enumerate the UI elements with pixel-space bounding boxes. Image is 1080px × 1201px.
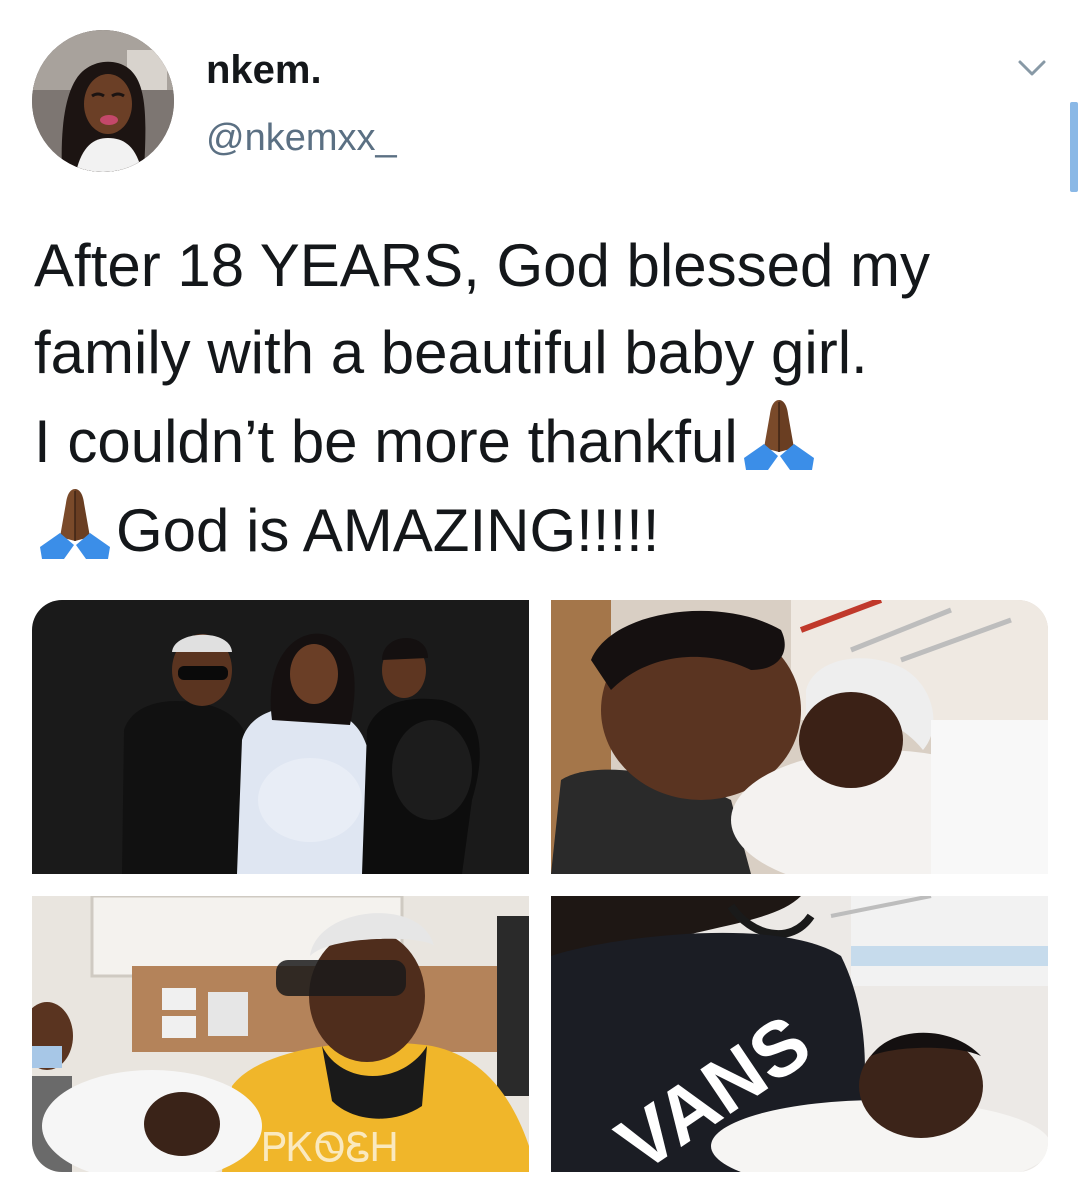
father-holding-newborn-photo: ᏢᏦᏫᏋᎻ bbox=[32, 896, 529, 1172]
tweet-text: After 18 YEARS, God blessed my family wi… bbox=[34, 222, 1044, 574]
mother-kissing-newborn-photo bbox=[551, 600, 1048, 874]
avatar-image bbox=[32, 30, 174, 172]
media-grid: ᏢᏦᏫᏋᎻ VANS bbox=[32, 600, 1048, 1172]
sister-holding-newborn-photo: VANS bbox=[551, 896, 1048, 1172]
tweet-text-line: After 18 YEARS, God blessed my bbox=[34, 232, 930, 299]
tweet-text-segment: God is AMAZING!!!!! bbox=[116, 497, 660, 564]
tweet-text-line: God is AMAZING!!!!! bbox=[34, 485, 1044, 574]
media-photo-1[interactable] bbox=[32, 600, 529, 874]
folded-hands-icon bbox=[738, 396, 820, 472]
tweet-text-line: I couldn’t be more thankful bbox=[34, 396, 1044, 485]
author-avatar[interactable] bbox=[32, 30, 174, 172]
chevron-down-icon[interactable] bbox=[1012, 54, 1052, 84]
author-display-name[interactable]: nkem. bbox=[206, 46, 322, 94]
author-handle[interactable]: @nkemxx_ bbox=[206, 115, 397, 161]
media-photo-2[interactable] bbox=[551, 600, 1048, 874]
scrollbar-thumb[interactable] bbox=[1070, 102, 1078, 192]
folded-hands-icon bbox=[34, 485, 116, 561]
media-photo-3[interactable]: ᏢᏦᏫᏋᎻ bbox=[32, 896, 529, 1172]
family-portrait-photo bbox=[32, 600, 529, 874]
media-photo-4[interactable]: VANS bbox=[551, 896, 1048, 1172]
svg-text:ᏢᏦᏫᏋᎻ: ᏢᏦᏫᏋᎻ bbox=[262, 1126, 398, 1170]
tweet-text-line: family with a beautiful baby girl. bbox=[34, 319, 868, 386]
tweet-text-segment: I couldn’t be more thankful bbox=[34, 408, 738, 475]
